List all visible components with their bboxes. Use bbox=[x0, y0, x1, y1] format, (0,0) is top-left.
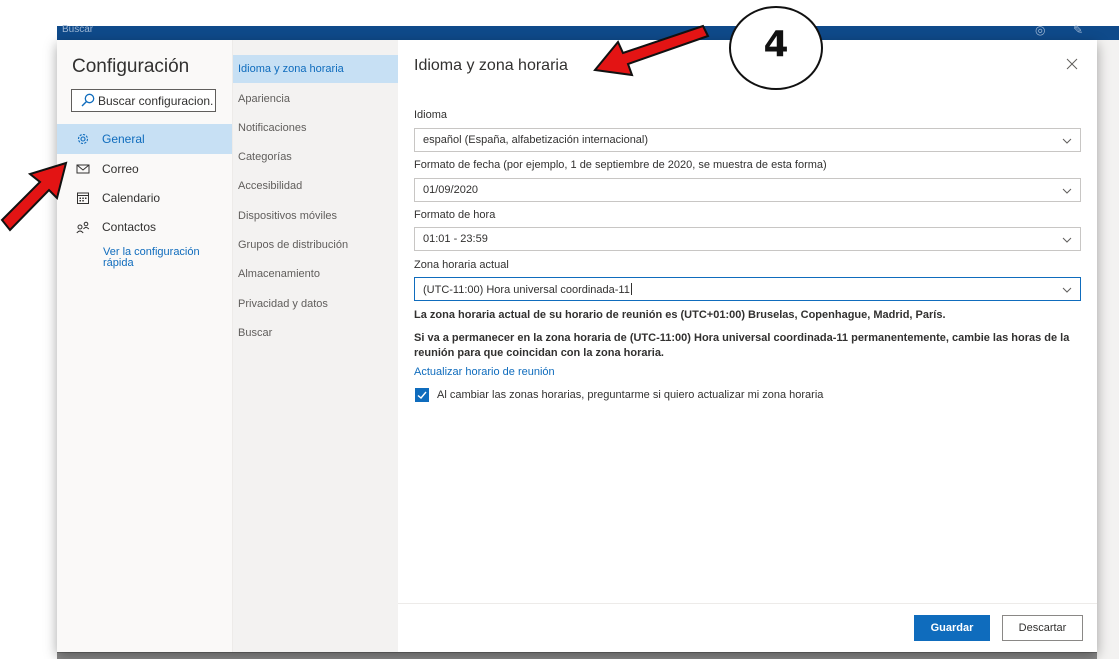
permanent-timezone-info: Si va a permanecer en la zona horaria de… bbox=[414, 332, 1070, 359]
ask-update-timezone-checkbox[interactable] bbox=[415, 388, 429, 402]
nav-item-calendar[interactable]: Calendario bbox=[57, 183, 232, 213]
chevron-down-icon bbox=[1062, 237, 1072, 243]
settings-dialog: Configuración General Correo bbox=[57, 40, 1097, 652]
subnav-item-categories[interactable]: Categorías bbox=[233, 143, 398, 171]
timezone-value: (UTC-11:00) Hora universal coordinada-11 bbox=[423, 284, 630, 296]
app-right-strip bbox=[1097, 40, 1119, 659]
subnav-item-distribution-groups[interactable]: Grupos de distribución bbox=[233, 231, 398, 259]
date-format-select[interactable]: 01/09/2020 bbox=[414, 178, 1081, 202]
subnav-item-label: Privacidad y datos bbox=[238, 298, 328, 310]
subnav-item-label: Notificaciones bbox=[238, 122, 307, 134]
subnav-item-appearance[interactable]: Apariencia bbox=[233, 85, 398, 113]
language-value: español (España, alfabetización internac… bbox=[423, 134, 649, 146]
subnav-item-mobile-devices[interactable]: Dispositivos móviles bbox=[233, 202, 398, 230]
subnav-item-label: Buscar bbox=[238, 327, 273, 339]
quick-settings-link[interactable]: Ver la configuración rápida bbox=[103, 247, 223, 269]
subnav-item-label: Apariencia bbox=[238, 93, 290, 105]
people-icon bbox=[76, 221, 90, 234]
time-format-value: 01:01 - 23:59 bbox=[423, 233, 488, 245]
mail-icon bbox=[76, 164, 90, 174]
nav-item-contacts[interactable]: Contactos bbox=[57, 212, 232, 242]
update-meeting-times-link[interactable]: Actualizar horario de reunión bbox=[414, 366, 555, 378]
subnav-item-privacy[interactable]: Privacidad y datos bbox=[233, 290, 398, 318]
settings-title: Configuración bbox=[72, 56, 190, 77]
settings-search-box[interactable] bbox=[71, 89, 216, 112]
meeting-timezone-info: La zona horaria actual de su horario de … bbox=[414, 309, 946, 321]
settings-category-column: Configuración General Correo bbox=[57, 40, 233, 652]
app-header-bar: Buscar ◎ ✎ bbox=[57, 23, 1119, 40]
chevron-down-icon bbox=[1062, 188, 1072, 194]
time-format-select[interactable]: 01:01 - 23:59 bbox=[414, 227, 1081, 251]
skype-icon: ◎ bbox=[1035, 23, 1046, 37]
edit-icon: ✎ bbox=[1073, 23, 1084, 37]
settings-subcategory-column: Idioma y zona horaria Apariencia Notific… bbox=[233, 40, 399, 652]
annotation-arrow-general bbox=[0, 161, 68, 232]
date-format-value: 01/09/2020 bbox=[423, 184, 479, 196]
nav-item-label: Contactos bbox=[102, 220, 157, 234]
subnav-item-language-timezone[interactable]: Idioma y zona horaria bbox=[233, 55, 398, 83]
language-label: Idioma bbox=[414, 109, 448, 121]
nav-item-label: General bbox=[102, 132, 145, 146]
subnav-item-accessibility[interactable]: Accesibilidad bbox=[233, 172, 398, 200]
ask-update-timezone-label: Al cambiar las zonas horarias, preguntar… bbox=[437, 389, 824, 401]
subnav-item-label: Grupos de distribución bbox=[238, 239, 349, 251]
settings-search-input[interactable] bbox=[98, 92, 213, 109]
subnav-item-notifications[interactable]: Notificaciones bbox=[233, 114, 398, 142]
date-format-label: Formato de fecha (por ejemplo, 1 de sept… bbox=[414, 159, 827, 171]
text-caret bbox=[630, 283, 632, 295]
subnav-item-label: Idioma y zona horaria bbox=[238, 63, 344, 75]
pane-title: Idioma y zona horaria bbox=[414, 57, 568, 74]
subnav-item-label: Categorías bbox=[238, 151, 292, 163]
settings-detail-pane: Idioma y zona horaria Idioma español (Es… bbox=[398, 40, 1097, 652]
nav-item-label: Correo bbox=[102, 162, 139, 176]
nav-item-general[interactable]: General bbox=[57, 124, 232, 154]
subnav-item-storage[interactable]: Almacenamiento bbox=[233, 260, 398, 288]
search-icon bbox=[81, 93, 95, 107]
timezone-label: Zona horaria actual bbox=[414, 259, 509, 271]
timezone-select[interactable]: (UTC-11:00) Hora universal coordinada-11 bbox=[414, 277, 1081, 301]
step-number: 4 bbox=[763, 24, 789, 65]
timezone-value-wrap: (UTC-11:00) Hora universal coordinada-11 bbox=[423, 283, 632, 296]
subnav-item-label: Dispositivos móviles bbox=[238, 210, 338, 222]
chevron-down-icon bbox=[1062, 138, 1072, 144]
checkmark-icon bbox=[417, 391, 427, 399]
calendar-icon bbox=[77, 192, 89, 204]
nav-item-label: Calendario bbox=[102, 191, 161, 205]
discard-button[interactable]: Descartar bbox=[1002, 615, 1083, 641]
step-number-badge: 4 bbox=[729, 6, 823, 90]
save-button[interactable]: Guardar bbox=[914, 615, 990, 641]
annotation-arrow-title bbox=[593, 24, 710, 77]
app-bottom-bar bbox=[57, 653, 1119, 659]
close-icon[interactable] bbox=[1065, 57, 1079, 71]
subnav-item-label: Accesibilidad bbox=[238, 180, 303, 192]
nav-item-mail[interactable]: Correo bbox=[57, 154, 232, 184]
footer-divider bbox=[398, 603, 1097, 604]
gear-icon bbox=[77, 133, 89, 145]
chevron-down-icon bbox=[1062, 287, 1072, 293]
subnav-item-label: Almacenamiento bbox=[238, 268, 320, 280]
language-select[interactable]: español (España, alfabetización internac… bbox=[414, 128, 1081, 152]
subnav-item-search[interactable]: Buscar bbox=[233, 319, 398, 347]
app-search-label: Buscar bbox=[62, 24, 94, 35]
time-format-label: Formato de hora bbox=[414, 209, 496, 221]
